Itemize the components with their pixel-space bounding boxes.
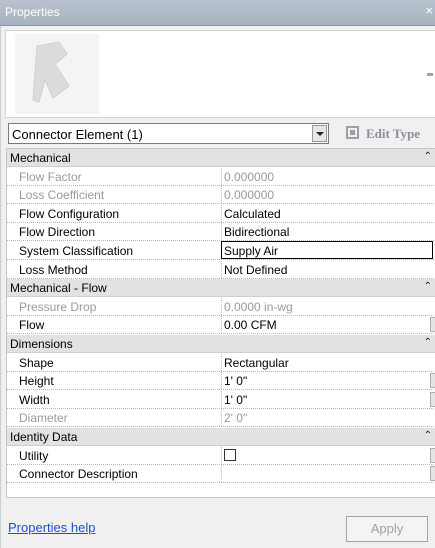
- section-label: Mechanical - Flow: [10, 281, 107, 296]
- property-value-field[interactable]: [221, 465, 435, 483]
- property-row: System Classification Supply Air: [7, 241, 435, 260]
- apply-button[interactable]: Apply: [346, 516, 428, 542]
- row-edit-button[interactable]: [430, 317, 435, 333]
- property-value-field[interactable]: Bidirectional: [221, 223, 435, 241]
- property-name: System Classification: [19, 244, 134, 258]
- property-name: Shape: [19, 355, 54, 370]
- property-row: Shape Rectangular: [7, 353, 435, 372]
- property-value: 0.000000: [224, 188, 275, 203]
- property-grid: Mechanical ⌃ Flow Factor 0.000000 Loss Coeff…: [6, 148, 435, 498]
- property-row: Flow Factor 0.000000: [7, 167, 435, 186]
- property-row: Flow Configuration Calculated: [7, 204, 435, 223]
- property-value-field[interactable]: Rectangular: [221, 353, 435, 371]
- property-name: Diameter: [19, 411, 68, 426]
- property-value: 0.0000 in-wg: [224, 299, 293, 314]
- property-name: Pressure Drop: [19, 299, 97, 314]
- section-header[interactable]: Mechanical - Flow ⌃: [7, 279, 435, 298]
- row-edit-button[interactable]: [430, 391, 435, 407]
- property-value-field: 0.000000: [221, 186, 435, 204]
- close-icon[interactable]: ×: [425, 3, 433, 18]
- property-value: Calculated: [224, 206, 281, 221]
- chevron-down-icon[interactable]: [312, 125, 327, 142]
- property-row: Width 1' 0": [7, 390, 435, 409]
- properties-help-link[interactable]: Properties help: [8, 520, 95, 535]
- property-value: 0.000000: [224, 169, 275, 184]
- title-bar: Properties ×: [0, 0, 435, 26]
- property-row: Pressure Drop 0.0000 in-wg: [7, 297, 435, 316]
- utility-checkbox[interactable]: [224, 448, 236, 461]
- section-header[interactable]: Mechanical ⌃: [7, 149, 435, 167]
- type-scroll-arrow-icon[interactable]: [427, 73, 433, 76]
- row-edit-button[interactable]: [430, 466, 435, 482]
- property-value: Supply Air: [224, 244, 279, 258]
- property-row: Height 1' 0": [7, 372, 435, 391]
- property-value: 1' 0": [224, 374, 248, 389]
- property-value: 1' 0": [224, 392, 248, 407]
- property-value: Not Defined: [224, 262, 288, 277]
- property-row: Flow 0.00 CFM: [7, 316, 435, 335]
- section-label: Dimensions: [10, 337, 73, 351]
- property-row: Loss Method Not Defined: [7, 260, 435, 279]
- property-row: Loss Coefficient 0.000000: [7, 186, 435, 205]
- property-name: Utility: [19, 448, 49, 463]
- property-value-field[interactable]: Supply Air: [221, 241, 433, 259]
- type-dropdown-value: Connector Element (1): [12, 127, 143, 142]
- edit-type-button[interactable]: Edit Type: [344, 123, 434, 144]
- edit-type-icon: [346, 126, 359, 139]
- section-label: Mechanical: [10, 151, 71, 165]
- property-row: Flow Direction Bidirectional: [7, 223, 435, 242]
- property-value: Rectangular: [224, 355, 289, 370]
- property-value: 0.00 CFM: [224, 318, 277, 333]
- property-value-checkbox-cell[interactable]: [221, 446, 435, 464]
- property-value-field[interactable]: Calculated: [221, 204, 435, 222]
- property-value-field[interactable]: Not Defined: [221, 260, 435, 278]
- property-name: Width: [19, 392, 50, 407]
- type-preview-area: [5, 30, 435, 118]
- property-value-field[interactable]: 1' 0": [221, 390, 435, 408]
- property-row: Diameter 2' 0": [7, 409, 435, 428]
- window-title: Properties: [5, 5, 60, 19]
- property-name: Loss Coefficient: [19, 188, 105, 203]
- property-value-field: 2' 0": [221, 409, 435, 427]
- collapse-icon[interactable]: ⌃: [424, 430, 432, 442]
- property-value-field[interactable]: 0.00 CFM: [221, 316, 435, 334]
- property-value-field[interactable]: 1' 0": [221, 372, 435, 390]
- property-name: Flow Direction: [19, 225, 96, 240]
- row-edit-button[interactable]: [430, 373, 435, 389]
- property-name: Loss Method: [19, 262, 88, 277]
- property-name: Connector Description: [19, 467, 138, 482]
- collapse-icon[interactable]: ⌃: [424, 337, 432, 349]
- property-value-field: 0.0000 in-wg: [221, 297, 435, 315]
- family-thumbnail: [15, 34, 99, 114]
- property-name: Flow: [19, 318, 45, 333]
- section-header[interactable]: Dimensions ⌃: [7, 335, 435, 353]
- family-icon: [32, 41, 70, 103]
- type-selector: Connector Element (1) Edit Type: [8, 123, 433, 144]
- property-value: 2' 0": [224, 411, 248, 426]
- section-header[interactable]: Identity Data ⌃: [7, 428, 435, 446]
- section-label: Identity Data: [10, 430, 78, 444]
- property-row: Connector Description: [7, 465, 435, 484]
- type-dropdown[interactable]: Connector Element (1): [8, 123, 329, 144]
- row-edit-button[interactable]: [430, 447, 435, 463]
- collapse-icon[interactable]: ⌃: [424, 151, 432, 163]
- property-name: Flow Factor: [19, 169, 82, 184]
- property-value-field: 0.000000: [221, 167, 435, 185]
- property-name: Flow Configuration: [19, 206, 120, 221]
- edit-type-label: Edit Type: [366, 126, 421, 141]
- property-name: Height: [19, 374, 54, 389]
- property-row: Utility: [7, 446, 435, 465]
- collapse-icon[interactable]: ⌃: [424, 281, 432, 293]
- property-value: Bidirectional: [224, 225, 290, 240]
